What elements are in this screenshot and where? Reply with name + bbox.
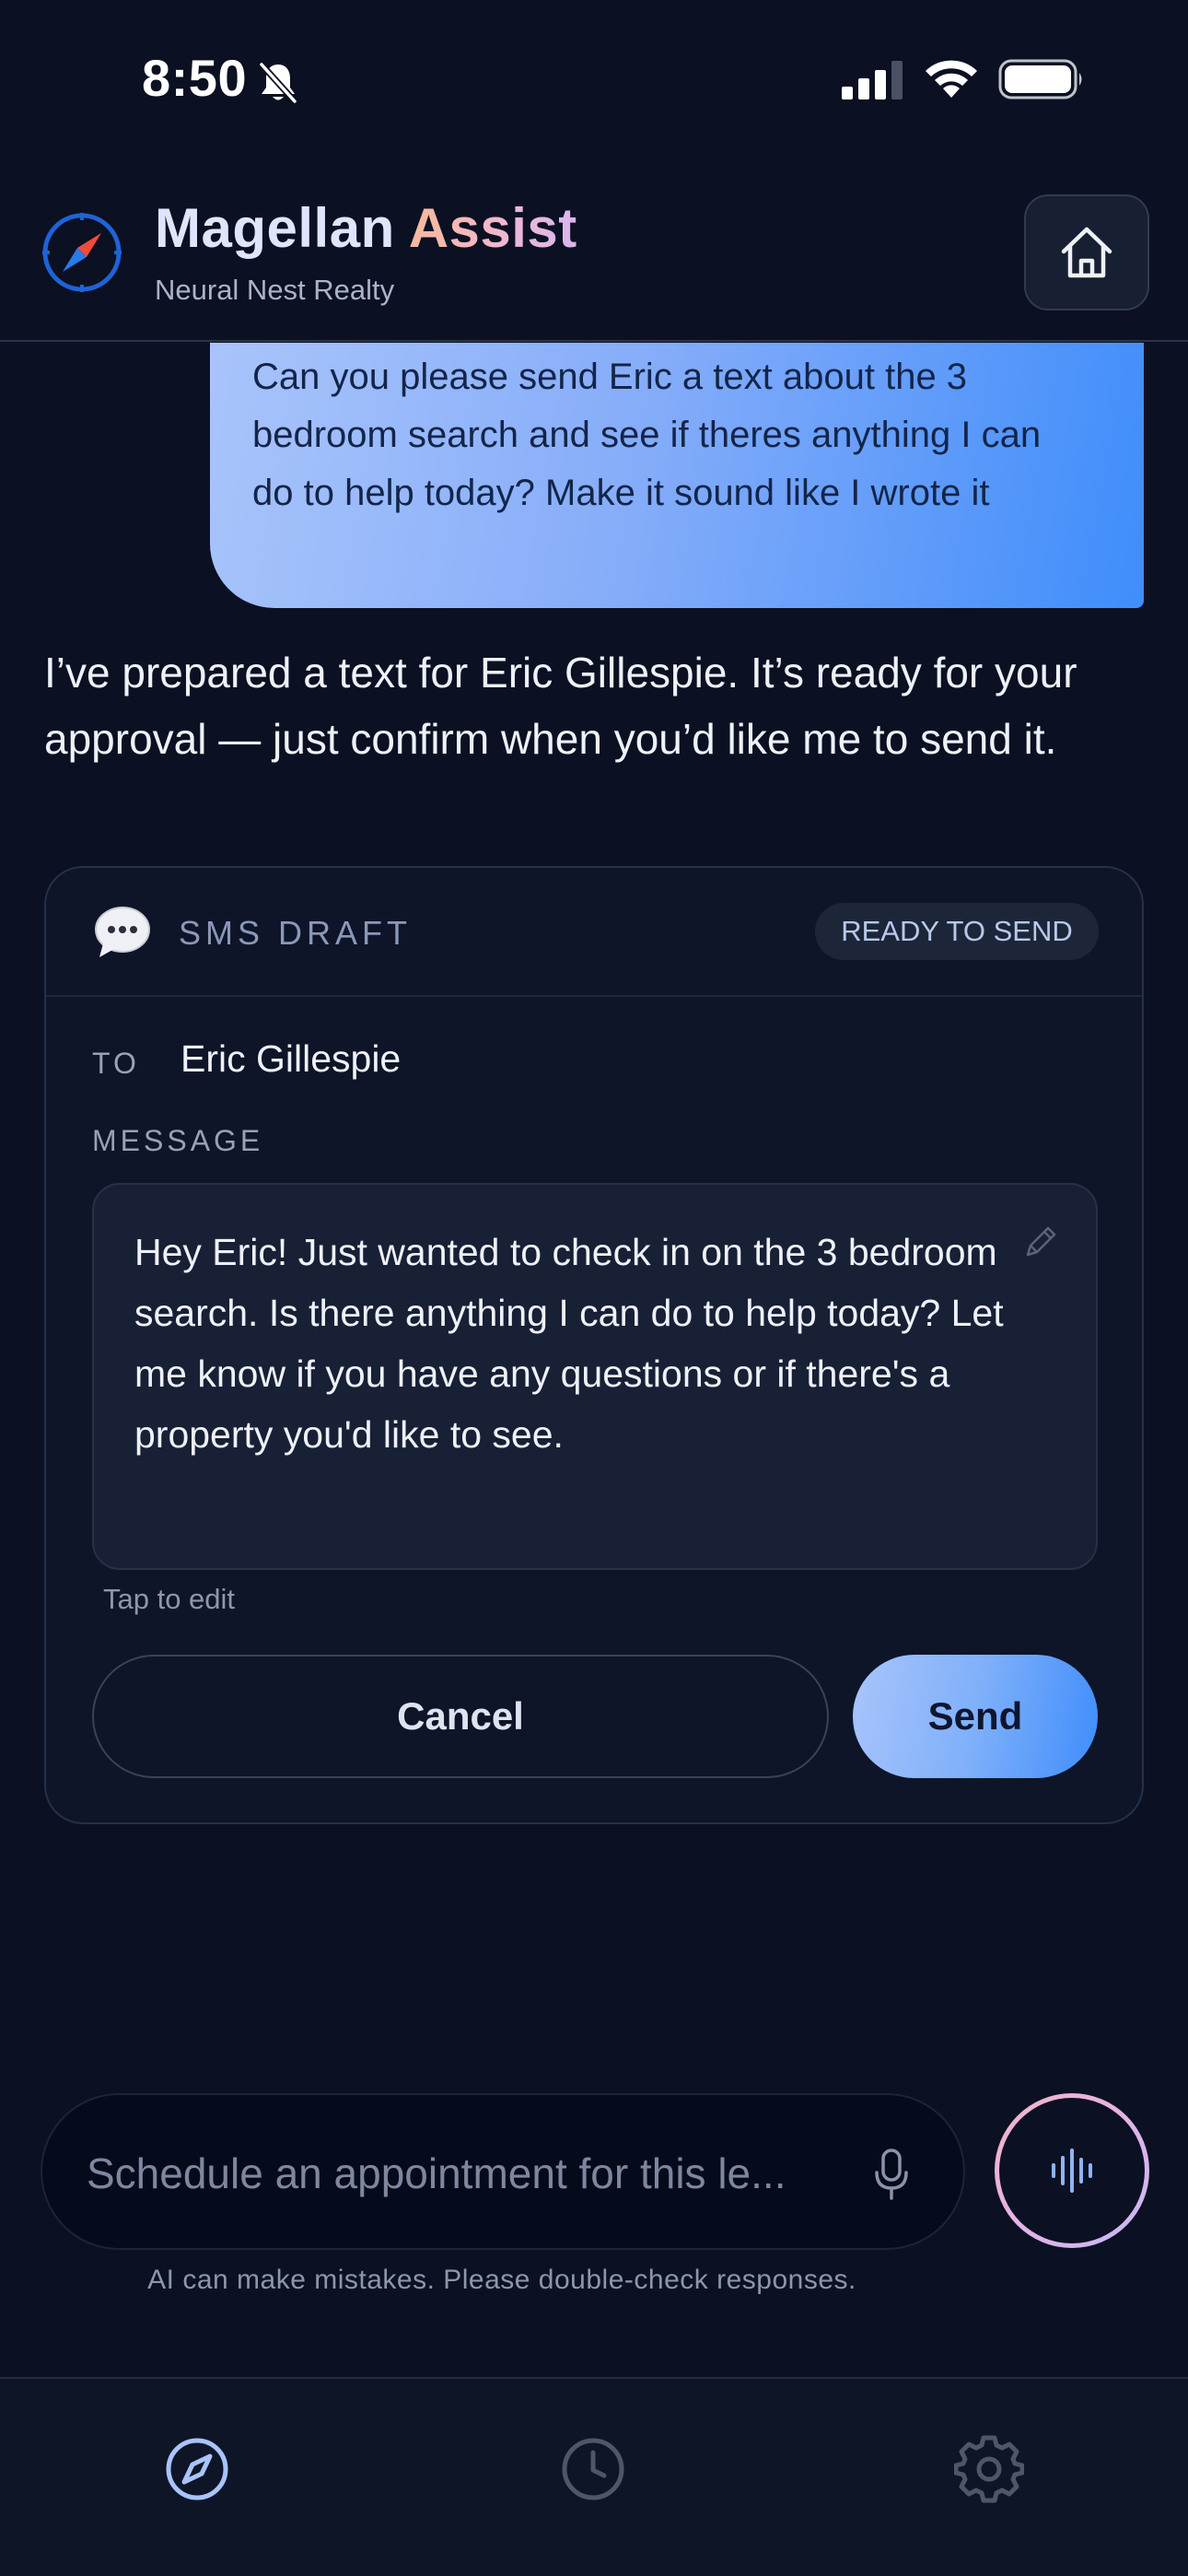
tab-history[interactable] <box>558 2434 628 2504</box>
microphone-icon[interactable] <box>871 2147 912 2202</box>
clock-icon <box>562 2438 624 2500</box>
silent-bell-icon <box>259 62 297 104</box>
status-badge: READY TO SEND <box>815 903 1099 960</box>
app-screen: 8:50 Magellan Assist Neural Nest Realty … <box>0 0 1188 2576</box>
message-editor[interactable]: Hey Eric! Just wanted to check in on the… <box>92 1183 1098 1570</box>
gear-icon <box>954 2435 1024 2503</box>
prompt-input[interactable] <box>87 2143 879 2204</box>
user-message-text: Can you please send Eric a text about th… <box>252 357 1042 513</box>
bottom-tab-bar <box>0 2377 1188 2576</box>
message-composer <box>41 2093 965 2250</box>
tab-settings[interactable] <box>954 2434 1024 2504</box>
assistant-message: I’ve prepared a text for Eric Gillespie.… <box>44 649 1077 763</box>
sms-draft-label: SMS DRAFT <box>179 914 413 952</box>
pencil-icon[interactable] <box>1020 1222 1061 1262</box>
app-title: Magellan Assist <box>155 196 577 260</box>
to-label: TO <box>92 1047 140 1080</box>
waveform-icon <box>1052 2149 1092 2193</box>
app-title-accent: Assist <box>408 197 577 259</box>
app-header: Magellan Assist Neural Nest Realty <box>0 180 1188 342</box>
sms-card-header: SMS DRAFT READY TO SEND <box>46 868 1142 997</box>
wifi-icon <box>926 60 977 98</box>
edit-hint: Tap to edit <box>103 1583 236 1615</box>
ai-disclaimer: AI can make mistakes. Please double-chec… <box>147 2265 856 2295</box>
send-button[interactable]: Send <box>853 1655 1098 1778</box>
app-title-main: Magellan <box>155 197 395 259</box>
speech-bubble-icon <box>95 907 150 957</box>
status-bar: 8:50 <box>0 0 1188 157</box>
brokerage-name: Neural Nest Realty <box>155 274 395 306</box>
status-time: 8:50 <box>142 49 248 107</box>
cancel-button[interactable]: Cancel <box>92 1655 829 1778</box>
message-body[interactable]: Hey Eric! Just wanted to check in on the… <box>134 1222 1041 1465</box>
voice-mode-button[interactable] <box>995 2093 1149 2248</box>
message-label: MESSAGE <box>92 1124 264 1157</box>
sms-draft-card: SMS DRAFT READY TO SEND TO Eric Gillespi… <box>44 866 1144 1824</box>
user-message-bubble: Can you please send Eric a text about th… <box>210 343 1144 608</box>
compass-logo <box>42 213 122 292</box>
home-button[interactable] <box>1024 194 1149 310</box>
tab-explore[interactable] <box>162 2434 232 2504</box>
battery-icon <box>998 59 1082 100</box>
cellular-signal-icon <box>842 61 903 100</box>
voice-mode-button-inner <box>999 2098 1145 2243</box>
recipient-name: Eric Gillespie <box>181 1037 402 1080</box>
compass-icon <box>166 2438 228 2500</box>
home-icon <box>1061 227 1112 278</box>
